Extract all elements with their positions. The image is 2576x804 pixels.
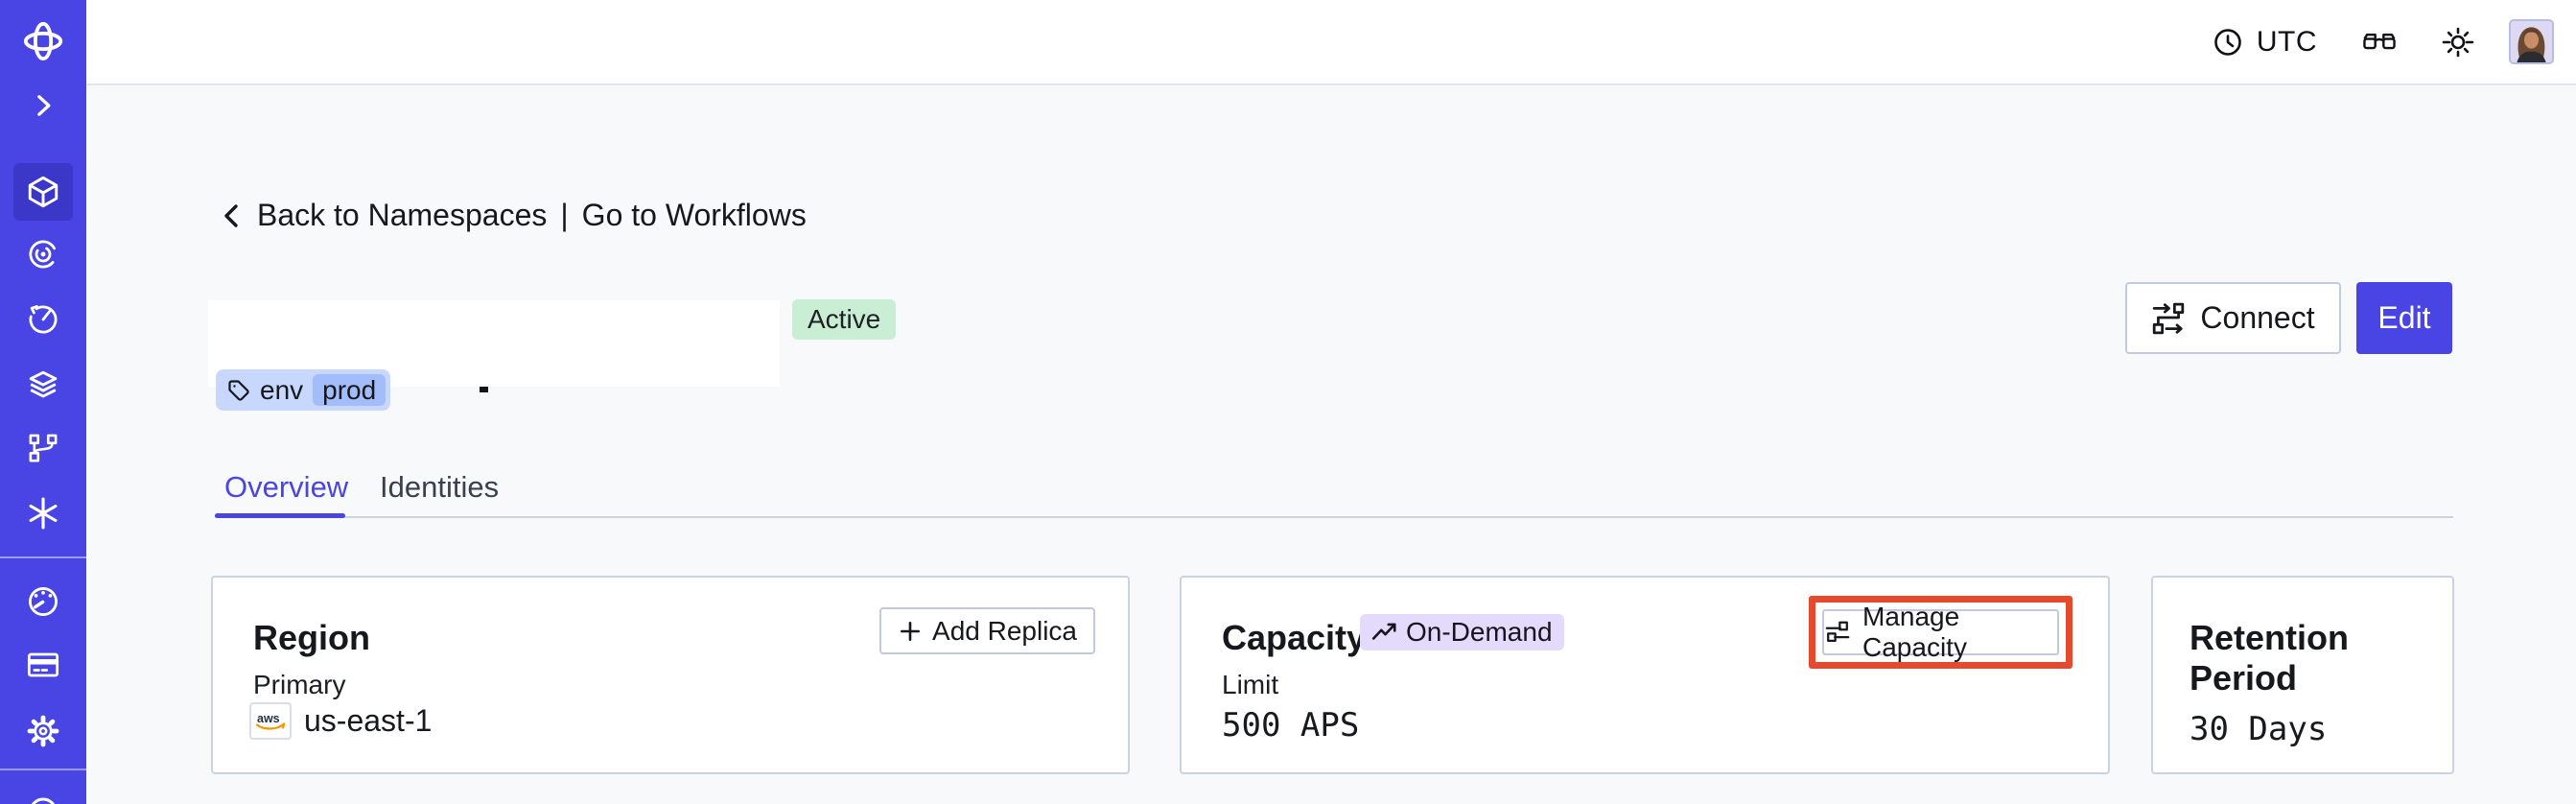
edit-button-label: Edit	[2377, 300, 2431, 335]
timer-icon[interactable]	[0, 290, 86, 349]
gear-icon[interactable]	[0, 701, 86, 761]
ondemand-badge-label: On-Demand	[1406, 617, 1553, 647]
connect-button[interactable]: Connect	[2125, 282, 2341, 354]
status-badge: Active	[792, 299, 897, 340]
primary-label: Primary	[253, 670, 346, 699]
breadcrumb-back-link[interactable]: Back to Namespaces	[257, 198, 547, 233]
asterisk-icon[interactable]	[0, 484, 86, 543]
credit-card-icon[interactable]	[0, 635, 86, 695]
capacity-card: Capacity On-Demand Manage Capacity Limit…	[1180, 576, 2110, 774]
region-value: us-east-1	[304, 703, 433, 738]
tab-overview[interactable]: Overview	[224, 470, 348, 505]
timezone-label: UTC	[2256, 25, 2317, 58]
sidebar-divider	[0, 556, 86, 558]
avatar[interactable]	[2509, 19, 2554, 64]
add-replica-button[interactable]: Add Replica	[879, 607, 1095, 654]
svg-text:aws: aws	[257, 712, 280, 725]
trending-up-icon	[1371, 619, 1398, 646]
add-replica-label: Add Replica	[932, 615, 1077, 646]
tag-key: env	[260, 374, 304, 405]
annotation-highlight-box: Manage Capacity	[1809, 596, 2073, 669]
sidebar	[0, 0, 86, 804]
spiral-eye-icon[interactable]	[0, 225, 86, 284]
redaction-artifact-dot	[480, 387, 488, 392]
capacity-value: 500 APS	[1222, 706, 1360, 745]
tag-value: prod	[313, 374, 386, 406]
plus-icon	[898, 619, 923, 644]
tab-identities[interactable]: Identities	[380, 470, 499, 505]
active-tab-underline	[215, 513, 345, 518]
retention-card: Retention Period 30 Days	[2151, 576, 2454, 774]
region-card: Region Add Replica Primary aws us-east-1	[211, 576, 1130, 774]
manage-capacity-label: Manage Capacity	[1862, 602, 1967, 662]
retention-card-title: Retention Period	[2190, 618, 2349, 698]
partial-circle-icon[interactable]	[0, 789, 86, 804]
retention-value: 30 Days	[2190, 710, 2328, 748]
tag-icon	[227, 379, 250, 402]
back-chevron-icon[interactable]	[219, 201, 244, 231]
limit-label: Limit	[1222, 670, 1279, 699]
branch-icon[interactable]	[0, 418, 86, 478]
status-badge-label: Active	[808, 304, 881, 334]
ondemand-badge: On-Demand	[1360, 614, 1564, 650]
cube-icon[interactable]	[0, 162, 86, 222]
breadcrumb-workflows-link[interactable]: Go to Workflows	[582, 198, 807, 233]
namespace-tag: env prod	[216, 369, 391, 411]
connect-button-label: Connect	[2200, 300, 2315, 335]
breadcrumb: Back to Namespaces | Go to Workflows	[219, 198, 807, 233]
region-card-title: Region	[253, 618, 370, 657]
glasses-icon[interactable]	[2361, 29, 2398, 56]
top-header: UTC	[86, 0, 2576, 85]
capacity-card-title: Capacity	[1222, 618, 1367, 657]
gauge-icon[interactable]	[0, 572, 86, 631]
manage-capacity-button[interactable]: Manage Capacity	[1822, 602, 2059, 662]
primary-region-row: aws us-east-1	[249, 702, 432, 740]
clock-icon	[2213, 27, 2243, 58]
connect-icon	[2151, 301, 2186, 336]
sidebar-divider	[0, 769, 86, 770]
edit-button[interactable]: Edit	[2356, 282, 2452, 354]
tabs-divider-line	[215, 516, 2453, 518]
timezone-selector[interactable]: UTC	[2213, 26, 2317, 59]
temporal-logo[interactable]	[0, 12, 86, 71]
sliders-icon	[1824, 619, 1851, 646]
sun-icon[interactable]	[2442, 26, 2474, 59]
chevron-right-icon[interactable]	[0, 76, 86, 135]
breadcrumb-separator: |	[560, 198, 569, 232]
aws-logo: aws	[249, 702, 292, 740]
layers-icon[interactable]	[0, 356, 86, 415]
